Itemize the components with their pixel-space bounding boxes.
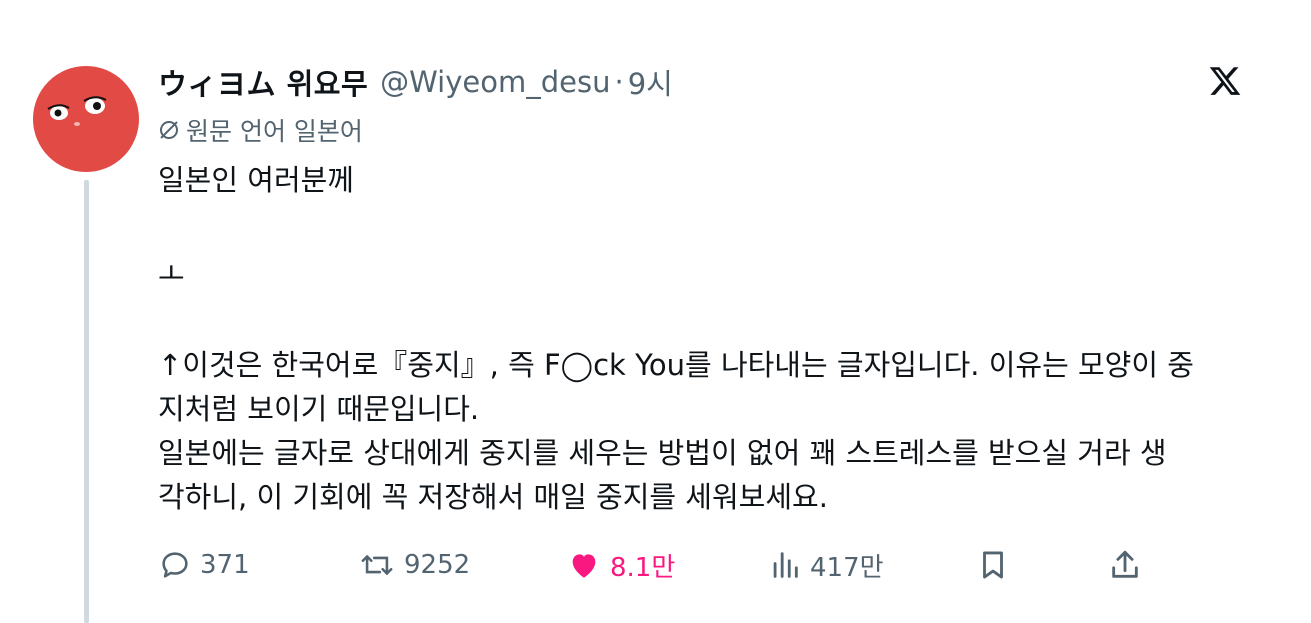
separator-dot: ·: [614, 65, 624, 99]
translation-label: 원문 언어 일본어: [186, 117, 363, 146]
avatar[interactable]: [33, 66, 139, 172]
post-line-2: ㅗ: [158, 257, 185, 291]
reply-count: 371: [200, 550, 250, 580]
post-time[interactable]: 9시: [628, 61, 673, 103]
post-line-6: 각하니, 이 기회에 꼭 저장해서 매일 중지를 세워보세요.: [158, 480, 828, 514]
repost-count: 9252: [404, 550, 471, 580]
repost-button[interactable]: 9252: [358, 542, 470, 588]
reply-button[interactable]: 371: [158, 542, 250, 588]
post-line-1: 일본인 여러분께: [158, 163, 354, 197]
views-button[interactable]: 417만: [768, 542, 884, 588]
action-bar: 371 9252 8.1만 417만: [158, 542, 1158, 588]
share-icon: [1112, 550, 1138, 578]
share-button[interactable]: [1108, 542, 1150, 588]
post-line-4: 지처럼 보이기 때문입니다.: [158, 392, 480, 426]
post-line-3: ↑이것은 한국어로『중지』, 즉 F◯ck You를 나타내는 글자입니다. 이…: [158, 348, 1194, 382]
post-line-5: 일본에는 글자로 상대에게 중지를 세우는 방법이 없어 꽤 스트레스를 받으실…: [158, 436, 1167, 470]
bookmark-icon: [983, 551, 1003, 579]
display-name[interactable]: ウィヨム 위요무: [158, 61, 368, 103]
user-handle[interactable]: @Wiyeom_desu: [380, 65, 610, 99]
thread-line: [84, 180, 89, 623]
repost-icon: [361, 555, 393, 575]
bookmark-button[interactable]: [976, 542, 1018, 588]
view-count: 417만: [810, 552, 884, 583]
heart-icon: [572, 554, 596, 578]
like-count: 8.1만: [610, 552, 676, 583]
tweet: ウィヨム 위요무 @Wiyeom_desu · 9시 원문 언어 일본어 일본인…: [0, 0, 1311, 623]
translate-icon: [160, 121, 178, 139]
like-button[interactable]: 8.1만: [566, 542, 675, 588]
reply-icon: [162, 552, 188, 578]
translation-note[interactable]: 원문 언어 일본어: [158, 113, 363, 147]
avatar-face-icon: [47, 96, 107, 126]
analytics-icon: [773, 552, 798, 578]
tweet-header: ウィヨム 위요무 @Wiyeom_desu · 9시: [158, 62, 673, 102]
x-logo-icon: [1209, 67, 1241, 95]
